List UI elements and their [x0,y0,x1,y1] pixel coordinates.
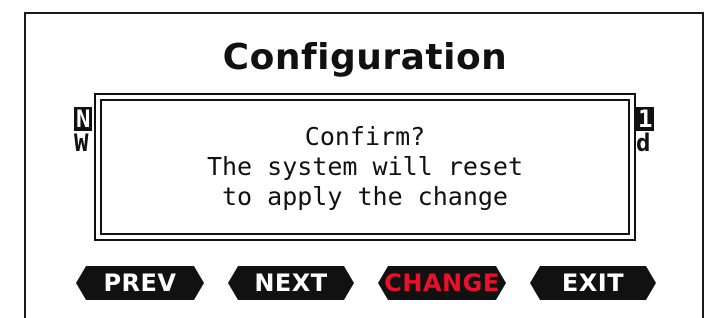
exit-button[interactable]: EXIT [530,266,656,300]
next-button[interactable]: NEXT [228,266,354,300]
dialog-message-line-2: to apply the change [222,182,508,211]
change-button-label: CHANGE [384,269,500,297]
change-button[interactable]: CHANGE [378,266,506,300]
prev-button[interactable]: PREV [76,266,204,300]
confirm-dialog-body: Confirm? The system will reset to apply … [100,99,630,235]
confirm-dialog: Confirm? The system will reset to apply … [94,93,636,241]
next-button-label: NEXT [254,269,328,297]
background-row-1-left-fragment: N [74,105,93,133]
background-row-2-right-fragment: d [636,129,651,157]
dialog-question: Confirm? [304,122,426,151]
softkey-bar: PREV NEXT CHANGE EXIT [0,266,718,302]
background-row-2-left-fragment: W [74,129,89,157]
screen-title: Configuration [222,37,508,78]
exit-button-label: EXIT [561,269,625,297]
dialog-message-line-1: The system will reset [206,152,524,181]
prev-button-label: PREV [103,269,177,297]
background-row-1-right-fragment: 1 [636,105,655,133]
